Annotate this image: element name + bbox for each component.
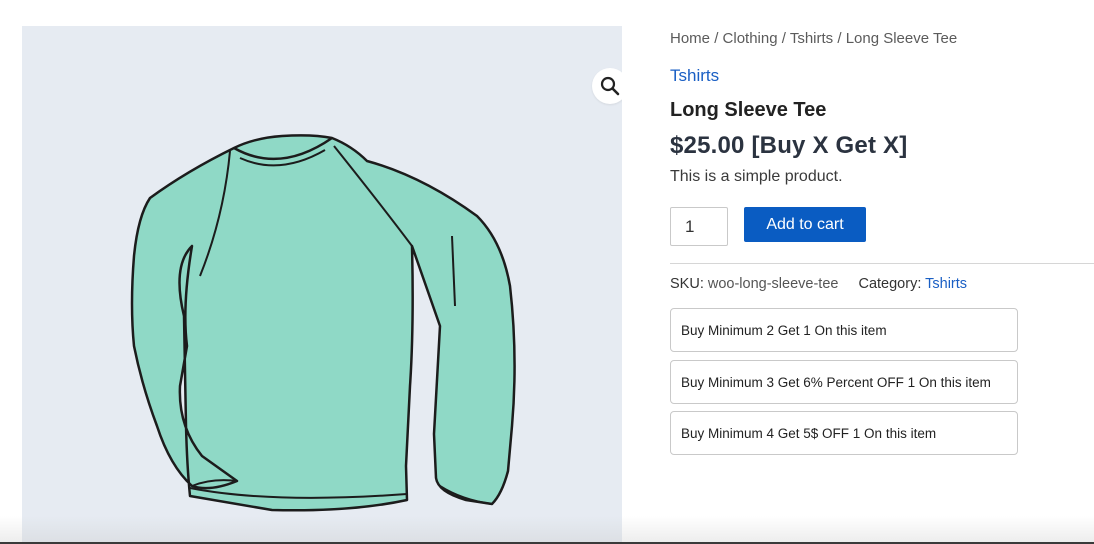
offer-option[interactable]: Buy Minimum 3 Get 6% Percent OFF 1 On th… — [670, 360, 1018, 404]
category-value-link[interactable]: Tshirts — [925, 276, 967, 292]
breadcrumb-tshirts[interactable]: Tshirts — [790, 30, 833, 47]
product-image[interactable] — [22, 26, 622, 544]
product-title: Long Sleeve Tee — [670, 99, 827, 121]
divider — [670, 263, 1094, 264]
offer-label: Buy Minimum 2 Get 1 On this item — [681, 322, 887, 338]
product-summary: Home / Clothing / Tshirts / Long Sleeve … — [670, 0, 1094, 544]
offer-option[interactable]: Buy Minimum 4 Get 5$ OFF 1 On this item — [670, 411, 1018, 455]
offer-label: Buy Minimum 4 Get 5$ OFF 1 On this item — [681, 425, 937, 441]
breadcrumb-current: Long Sleeve Tee — [845, 30, 958, 47]
sku-value: woo-long-sleeve-tee — [707, 276, 839, 292]
magnifier-icon — [600, 76, 620, 96]
breadcrumb: Home / Clothing / Tshirts / Long Sleeve … — [670, 30, 957, 47]
offer-label: Buy Minimum 3 Get 6% Percent OFF 1 On th… — [681, 374, 991, 390]
breadcrumb-separator: / — [837, 30, 842, 47]
product-category-link[interactable]: Tshirts — [670, 66, 719, 86]
add-to-cart-button[interactable]: Add to cart — [744, 207, 866, 242]
product-price: $25.00 [Buy X Get X] — [670, 132, 908, 159]
breadcrumb-home[interactable]: Home — [670, 30, 710, 47]
offer-option[interactable]: Buy Minimum 2 Get 1 On this item — [670, 308, 1018, 352]
breadcrumb-separator: / — [781, 30, 786, 47]
breadcrumb-separator: / — [714, 30, 719, 47]
quantity-input[interactable] — [670, 207, 728, 246]
product-short-description: This is a simple product. — [670, 168, 843, 185]
category-label: Category: — [858, 276, 922, 292]
sku-label: SKU: — [670, 276, 704, 292]
zoom-button[interactable] — [592, 68, 622, 104]
product-image-gallery[interactable] — [22, 26, 622, 544]
breadcrumb-clothing[interactable]: Clothing — [723, 30, 778, 47]
product-meta: SKU: woo-long-sleeve-tee Category: Tshir… — [670, 276, 967, 292]
